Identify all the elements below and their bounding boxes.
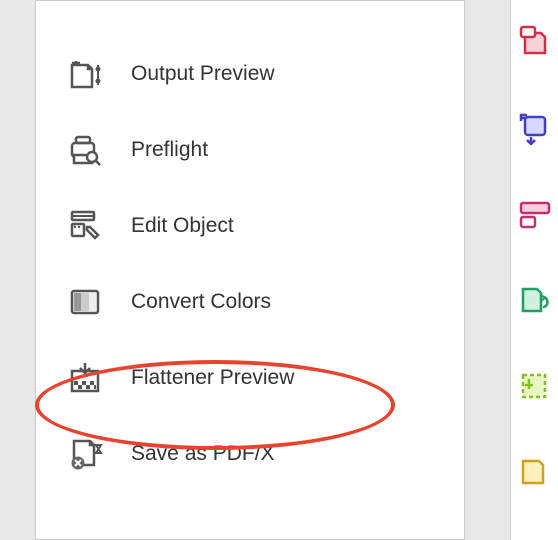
flattener-preview-icon [66,358,106,398]
menu-label: Save as PDF/X [131,442,275,466]
tool-icon-2[interactable] [517,111,553,147]
output-preview-icon [66,54,106,94]
convert-colors-icon [66,282,106,322]
tool-icon-1[interactable] [517,25,553,61]
side-toolbar [510,0,558,540]
menu-item-flattener-preview[interactable]: Flattener Preview [36,340,464,416]
tool-icon-3[interactable] [517,197,553,233]
tool-icon-6[interactable] [517,455,553,491]
menu-label: Edit Object [131,214,234,238]
menu-item-save-as-pdfx[interactable]: Save as PDF/X [36,416,464,492]
menu-label: Preflight [131,138,208,162]
save-pdfx-icon [66,434,106,474]
menu-item-preflight[interactable]: Preflight [36,112,464,188]
menu-label: Output Preview [131,62,275,86]
menu-item-output-preview[interactable]: Output Preview [36,36,464,112]
tool-icon-5[interactable] [517,369,553,405]
tool-icon-4[interactable] [517,283,553,319]
menu-label: Convert Colors [131,290,271,314]
edit-object-icon [66,206,106,246]
tools-panel: Output Preview Preflight Edit O [35,0,465,540]
menu-item-convert-colors[interactable]: Convert Colors [36,264,464,340]
preflight-icon [66,130,106,170]
menu-label: Flattener Preview [131,366,294,390]
menu-item-edit-object[interactable]: Edit Object [36,188,464,264]
